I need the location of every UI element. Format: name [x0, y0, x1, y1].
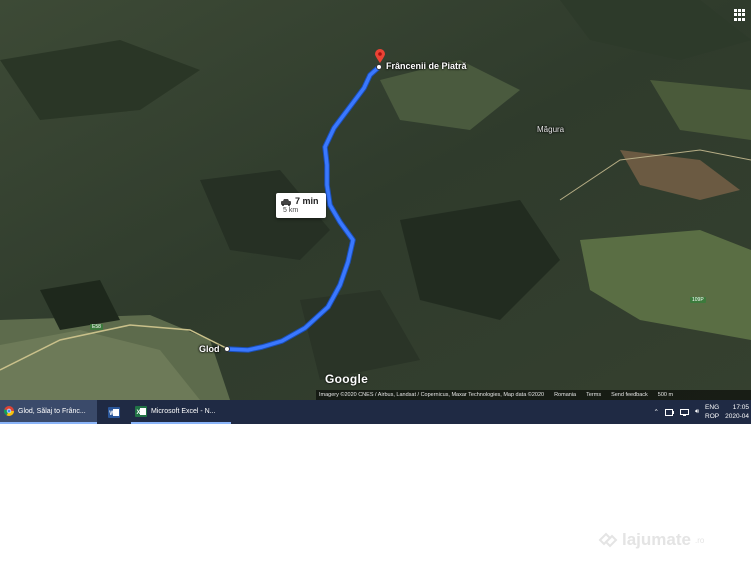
taskbar-item-chrome-label: Glod, Sălaj to Frânc... — [18, 407, 86, 415]
google-logo: Google — [325, 372, 369, 386]
taskbar-item-excel-label: Microsoft Excel - N... — [151, 407, 216, 415]
route-time: 7 min — [295, 196, 319, 206]
screenshot: Frâncenii de Piatră Glod Măgura E58 109P… — [0, 0, 751, 563]
svg-text:W: W — [109, 411, 115, 417]
lajumate-watermark: lajumate .ro — [598, 530, 704, 550]
network-icon[interactable] — [679, 408, 689, 416]
clock-time: 17:05 — [732, 404, 749, 411]
route-info-callout[interactable]: 7 min 5 km — [276, 193, 326, 218]
language-indicator[interactable]: ENG ROP — [705, 403, 719, 421]
language-code: ENG — [705, 404, 720, 411]
origin-label[interactable]: Glod — [199, 344, 220, 354]
destination-dot — [376, 64, 382, 70]
apps-grid-icon[interactable] — [734, 9, 746, 21]
map-attribution: Imagery ©2020 CNES / Airbus, Landsat / C… — [316, 390, 751, 400]
keyboard-layout: ROP — [705, 413, 720, 420]
battery-icon[interactable] — [664, 408, 674, 416]
destination-label[interactable]: Frâncenii de Piatră — [386, 61, 467, 71]
watermark-brand: lajumate — [622, 530, 691, 549]
word-icon: W — [108, 406, 120, 418]
origin-dot — [224, 346, 230, 352]
taskbar-item-chrome[interactable]: Glod, Sălaj to Frânc... — [0, 400, 97, 424]
route-distance: 5 km — [283, 207, 299, 214]
system-tray: ⌃ 🔊︎ ENG ROP 17:05 2020-04 — [653, 400, 751, 424]
country-label: Romania — [554, 392, 577, 398]
car-icon — [281, 199, 291, 206]
satellite-map[interactable]: Frâncenii de Piatră Glod Măgura E58 109P… — [0, 0, 751, 400]
clock-date: 2020-04 — [725, 413, 749, 420]
windows-taskbar: Glod, Sălaj to Frânc... W X Microsoft Ex… — [0, 400, 751, 424]
taskbar-item-excel[interactable]: X Microsoft Excel - N... — [131, 400, 231, 424]
chevron-up-icon[interactable]: ⌃ — [653, 408, 658, 416]
excel-icon: X — [135, 405, 147, 417]
send-feedback-link[interactable]: Send feedback — [611, 392, 648, 398]
clock[interactable]: 17:05 2020-04 — [725, 403, 749, 421]
road-badge-e58: E58 — [90, 324, 103, 330]
chrome-icon — [4, 406, 14, 416]
nearby-place-label[interactable]: Măgura — [537, 125, 564, 134]
volume-icon[interactable]: 🔊︎ — [695, 408, 699, 416]
road-badge-109p: 109P — [690, 297, 706, 303]
watermark-tld: .ro — [694, 535, 705, 545]
taskbar-item-word[interactable]: W — [97, 400, 131, 424]
scale-label[interactable]: 500 m — [658, 392, 673, 398]
svg-text:X: X — [137, 410, 141, 416]
lajumate-logo-icon — [598, 532, 618, 548]
terms-link[interactable]: Terms — [586, 392, 601, 398]
imagery-credit: Imagery ©2020 CNES / Airbus, Landsat / C… — [319, 392, 545, 398]
destination-pin-icon[interactable] — [375, 49, 385, 63]
